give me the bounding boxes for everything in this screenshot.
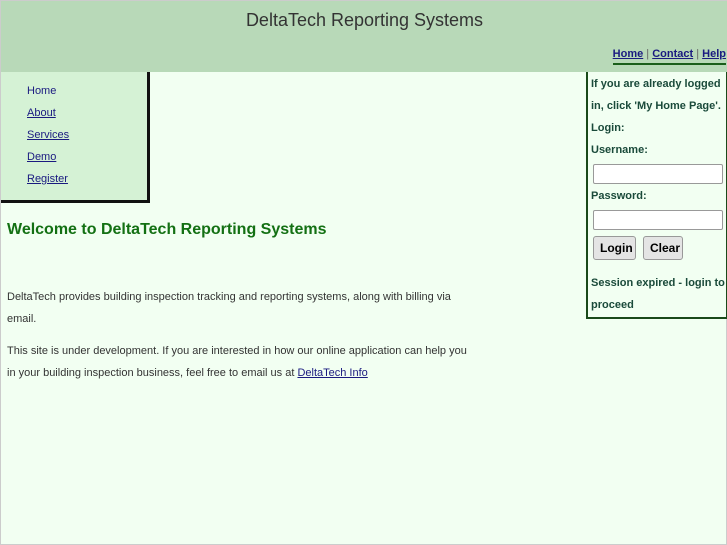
session-status: Session expired - login to proceed [591,277,725,311]
page-heading: Welcome to DeltaTech Reporting Systems [7,221,327,238]
nav-about[interactable]: About [27,107,56,119]
separator: | [646,48,650,60]
separator: | [696,48,700,60]
development-paragraph: This site is under development. If you a… [7,340,477,384]
username-label: Username: [591,144,648,156]
login-label: Login: [591,122,625,134]
clear-button[interactable]: Clear [643,236,683,260]
password-input[interactable] [593,210,723,230]
nav-demo[interactable]: Demo [27,151,56,163]
development-text: This site is under development. If you a… [7,345,467,379]
username-input[interactable] [593,164,723,184]
top-link-contact[interactable]: Contact [652,48,693,60]
sidebar-nav: Home About Services Demo Register [1,72,150,203]
nav-services[interactable]: Services [27,129,69,141]
login-button[interactable]: Login [593,236,636,260]
login-intro: If you are already logged in, click 'My … [591,78,721,112]
nav-home[interactable]: Home [27,85,56,97]
top-link-home[interactable]: Home [613,48,644,60]
intro-paragraph: DeltaTech provides building inspection t… [7,291,451,325]
top-links: Home | Contact | Help [612,48,726,65]
password-label: Password: [591,190,647,202]
site-title: DeltaTech Reporting Systems [245,10,484,30]
header: DeltaTech Reporting Systems Home | Conta… [1,1,727,72]
login-panel: If you are already logged in, click 'My … [586,72,727,319]
top-link-help[interactable]: Help [702,48,726,60]
deltatech-info-link[interactable]: DeltaTech Info [297,367,367,379]
nav-register[interactable]: Register [27,173,68,185]
